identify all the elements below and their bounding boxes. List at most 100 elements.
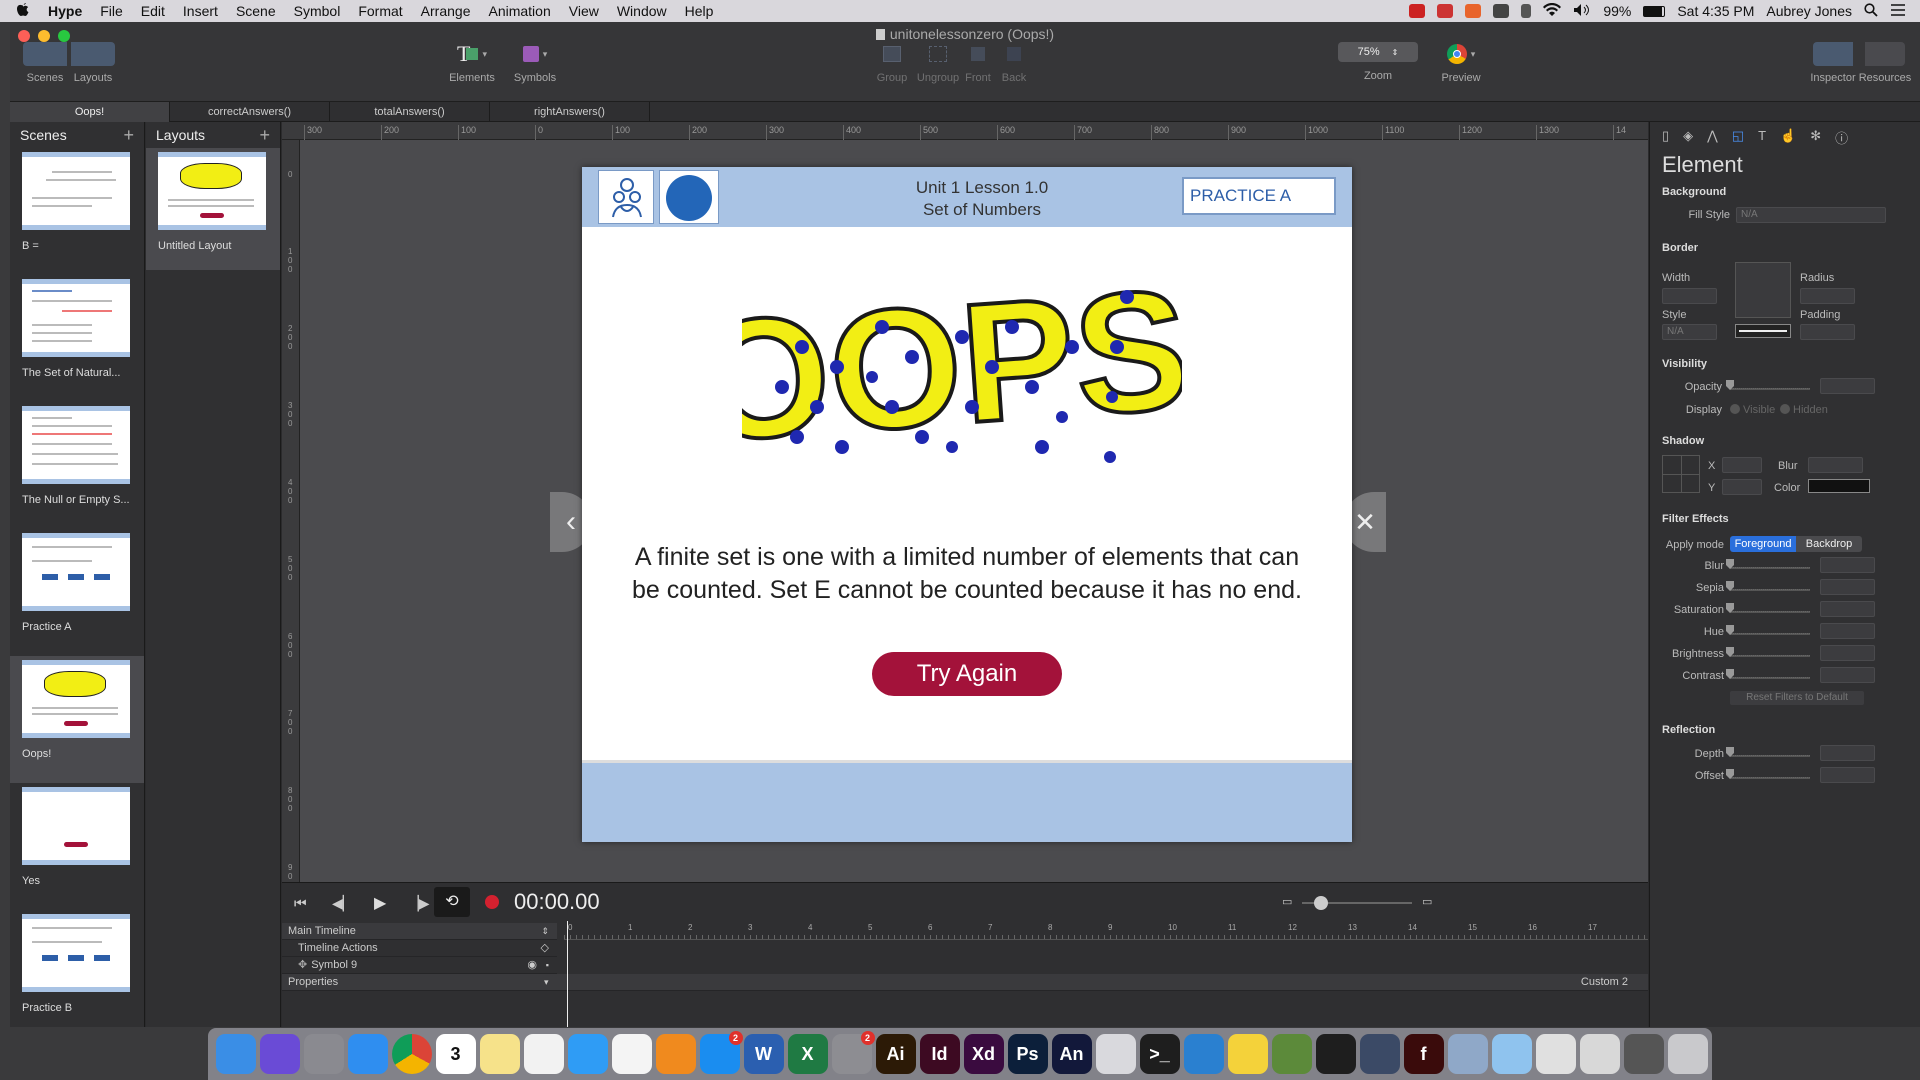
appstore-icon[interactable]: 2 xyxy=(699,1031,743,1074)
calendar-icon[interactable]: 3 xyxy=(435,1034,476,1074)
practice-label-box[interactable]: PRACTICE A xyxy=(1182,177,1336,215)
zoom-out-timeline-icon[interactable]: ▭ xyxy=(1282,895,1292,908)
timeline-ruler[interactable]: 0 1 2 3 4 5 6 7 8 9 10 11 12 13 14 15 16… xyxy=(564,923,1648,940)
zoom-control[interactable]: 75% ⇕ Zoom xyxy=(1336,42,1420,82)
filter-blur-field[interactable] xyxy=(1820,557,1875,573)
office-icon[interactable] xyxy=(1465,4,1482,18)
clock[interactable]: Sat 4:35 PM xyxy=(1677,3,1754,19)
lock-icon[interactable]: ▪ xyxy=(546,957,549,974)
border-color-well[interactable] xyxy=(1735,324,1791,338)
trash-icon[interactable] xyxy=(1667,1034,1708,1074)
try-again-button[interactable]: Try Again xyxy=(872,652,1062,696)
tab-oops[interactable]: Oops! xyxy=(10,102,170,122)
minecraft-icon[interactable] xyxy=(1271,1034,1312,1074)
word-icon[interactable]: W xyxy=(743,1034,784,1074)
padding-field[interactable] xyxy=(1800,324,1855,340)
scene-thumb-b[interactable]: B = xyxy=(10,148,144,275)
notes-icon[interactable] xyxy=(479,1034,520,1074)
vscode-icon[interactable] xyxy=(1183,1034,1224,1074)
wifi-icon[interactable] xyxy=(1543,2,1562,20)
front-button[interactable]: Front xyxy=(960,42,996,84)
document-inspector-icon[interactable]: ▯ xyxy=(1662,128,1669,148)
border-width-field[interactable] xyxy=(1662,288,1717,304)
scene-thumb-yes[interactable]: Yes xyxy=(10,783,144,910)
figma-icon[interactable] xyxy=(1315,1034,1356,1074)
menu-app-name[interactable]: Hype xyxy=(39,3,91,19)
timeline-actions-row[interactable]: Timeline Actions ◇ xyxy=(282,940,557,957)
terminal-icon[interactable]: >_ xyxy=(1139,1034,1180,1074)
opacity-slider[interactable] xyxy=(1730,388,1810,390)
volume-icon[interactable] xyxy=(1573,3,1591,20)
shadow-y-field[interactable] xyxy=(1722,479,1762,495)
layout-thumb-untitled[interactable]: Untitled Layout xyxy=(146,148,280,270)
control-center-icon[interactable] xyxy=(1890,3,1906,20)
reflection-offset-field[interactable] xyxy=(1820,767,1875,783)
finder-icon[interactable] xyxy=(215,1034,256,1074)
filter-contrast-slider[interactable] xyxy=(1730,677,1810,679)
play-button[interactable]: ▶ xyxy=(374,893,386,913)
element-inspector-icon[interactable]: ◱ xyxy=(1732,128,1744,148)
launchpad-icon[interactable] xyxy=(303,1034,344,1074)
blue-circle-box[interactable] xyxy=(659,170,719,224)
hype-icon[interactable] xyxy=(1095,1034,1136,1074)
tab-correct-answers[interactable]: correctAnswers() xyxy=(170,102,330,122)
filter-brightness-slider[interactable] xyxy=(1730,655,1810,657)
tab-total-answers[interactable]: totalAnswers() xyxy=(330,102,490,122)
creative-cloud-icon[interactable] xyxy=(1409,4,1426,18)
filter-sepia-field[interactable] xyxy=(1820,579,1875,595)
cyberduck-icon[interactable] xyxy=(1227,1034,1268,1074)
zoom-in-timeline-icon[interactable]: ▭ xyxy=(1422,895,1432,908)
add-action-icon[interactable]: ◇ xyxy=(541,940,549,957)
metrics-inspector-icon[interactable]: ⋀ xyxy=(1707,128,1718,148)
animate-icon[interactable]: An xyxy=(1051,1034,1092,1074)
reset-filters-button[interactable]: Reset Filters to Default xyxy=(1730,691,1864,705)
shadow-direction-grid[interactable] xyxy=(1662,455,1700,493)
menu-help[interactable]: Help xyxy=(676,3,723,19)
timeline-zoom-knob[interactable] xyxy=(1314,896,1328,910)
visibility-eye-icon[interactable]: ◉ xyxy=(527,957,537,974)
dropbox-icon[interactable] xyxy=(1437,4,1454,18)
menu-edit[interactable]: Edit xyxy=(132,3,174,19)
drive-icon[interactable] xyxy=(1493,4,1510,18)
identity-inspector-icon[interactable]: ⓘ xyxy=(1835,128,1848,148)
siri-icon[interactable] xyxy=(259,1034,300,1074)
reflection-offset-slider[interactable] xyxy=(1730,777,1810,779)
add-scene-button[interactable]: + xyxy=(123,122,134,148)
reminders-icon[interactable] xyxy=(523,1034,564,1074)
downloads-folder-icon[interactable] xyxy=(1491,1034,1532,1074)
shadow-x-field[interactable] xyxy=(1722,457,1762,473)
spotlight-icon[interactable] xyxy=(1864,2,1878,20)
layouts-button[interactable]: Layouts xyxy=(68,42,118,84)
properties-row[interactable]: Properties ▾ Custom 2 xyxy=(282,974,1648,991)
user-name[interactable]: Aubrey Jones xyxy=(1766,3,1852,19)
scene-inspector-icon[interactable]: ◈ xyxy=(1683,128,1693,148)
scene-thumb-natural[interactable]: The Set of Natural... xyxy=(10,275,144,402)
screen-stack-icon[interactable] xyxy=(1623,1034,1664,1074)
shadow-blur-field[interactable] xyxy=(1808,457,1863,473)
physics-inspector-icon[interactable]: ✻ xyxy=(1810,128,1821,148)
shadow-color-well[interactable] xyxy=(1808,479,1870,493)
chrome-icon[interactable] xyxy=(391,1034,432,1074)
menu-format[interactable]: Format xyxy=(349,3,411,19)
excel-icon[interactable]: X xyxy=(787,1034,828,1074)
filter-brightness-field[interactable] xyxy=(1820,645,1875,661)
fill-style-select[interactable]: N/A xyxy=(1736,207,1886,223)
horizontal-ruler[interactable]: 300 200 100 0 100 200 300 400 500 600 700 800 900 100… xyxy=(282,122,1648,140)
music-icon[interactable] xyxy=(611,1034,652,1074)
filter-blur-slider[interactable] xyxy=(1730,567,1810,569)
books-icon[interactable] xyxy=(655,1034,696,1074)
files-stack-icon[interactable] xyxy=(1579,1034,1620,1074)
filter-saturation-field[interactable] xyxy=(1820,601,1875,617)
display-hidden-radio[interactable]: Hidden xyxy=(1780,404,1828,416)
menu-animation[interactable]: Animation xyxy=(479,3,559,19)
xd-icon[interactable]: Xd xyxy=(963,1034,1004,1074)
step-back-button[interactable]: ◀▏ xyxy=(332,895,354,912)
elements-button[interactable]: T ▾ Elements xyxy=(442,41,502,84)
symbol-row[interactable]: ✥ Symbol 9 ◉ ▪ xyxy=(282,957,557,974)
zoom-select[interactable]: 75% ⇕ xyxy=(1338,42,1418,62)
preview-button[interactable]: ▾ Preview xyxy=(1436,42,1486,84)
display-visible-radio[interactable]: Visible xyxy=(1730,404,1775,416)
actions-inspector-icon[interactable]: ☝ xyxy=(1780,128,1796,148)
back-button[interactable]: Back xyxy=(996,42,1032,84)
preview-icon[interactable] xyxy=(1447,1034,1488,1074)
